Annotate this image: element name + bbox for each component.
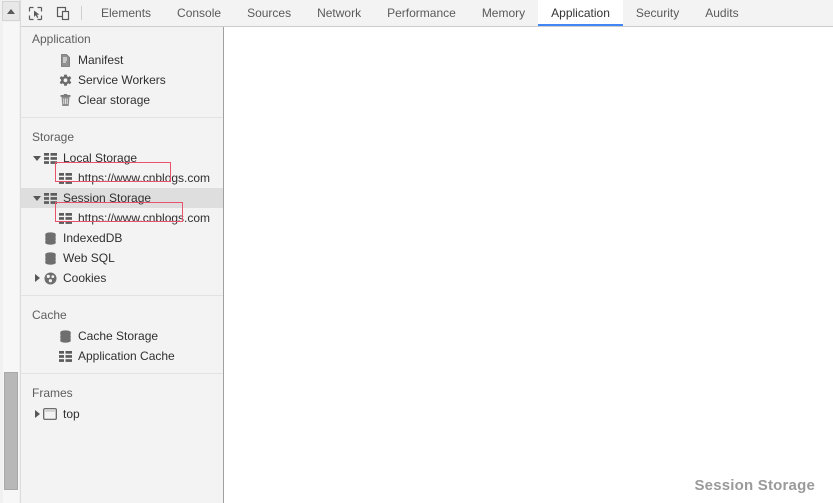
tree-item-clear-storage[interactable]: Clear storage <box>21 90 223 110</box>
inspect-element-glyph <box>28 6 42 20</box>
tab-elements[interactable]: Elements <box>88 0 164 26</box>
tree-item-https-www-cnblogs-com[interactable]: https://www.cnblogs.com <box>21 168 223 188</box>
database-icon <box>43 231 57 245</box>
sidebar-section-cache: Cache Cache Storage Application Cache <box>21 295 223 366</box>
tab-memory[interactable]: Memory <box>469 0 538 26</box>
toolbar-divider <box>81 6 82 20</box>
tree-item-label: Application Cache <box>78 349 175 363</box>
scroll-up-button[interactable] <box>2 1 20 21</box>
tree-item-label: IndexedDB <box>63 231 123 245</box>
tree-item-label: top <box>63 407 80 421</box>
database-icon <box>58 329 72 343</box>
table-icon <box>58 171 72 185</box>
database-icon <box>43 251 57 265</box>
table-icon <box>43 151 57 165</box>
section-title-cache: Cache <box>32 308 67 322</box>
table-icon <box>58 349 72 363</box>
trash-icon <box>58 93 72 107</box>
cookie-icon <box>43 271 57 285</box>
tab-performance[interactable]: Performance <box>374 0 469 26</box>
chevron-down-icon[interactable] <box>32 153 42 163</box>
tree-item-web-sql[interactable]: Web SQL <box>21 248 223 268</box>
tree-item-cache-storage[interactable]: Cache Storage <box>21 326 223 346</box>
tree-item-service-workers[interactable]: Service Workers <box>21 70 223 90</box>
application-sidebar: Application Manifest Service Workers Clear … <box>21 27 224 503</box>
tree-item-application-cache[interactable]: Application Cache <box>21 346 223 366</box>
tree-item-label: https://www.cnblogs.com <box>78 211 211 225</box>
tab-audits[interactable]: Audits <box>692 0 751 26</box>
manifest-icon <box>58 53 72 67</box>
sidebar-section-storage: Storage Local Storage https://www.cnblogs.… <box>21 117 223 288</box>
application-panel: Application Manifest Service Workers Clear … <box>21 27 833 503</box>
tree-item-label: Cookies <box>63 271 107 285</box>
tree-item-local-storage[interactable]: Local Storage <box>21 148 223 168</box>
tree-item-label: https://www.cnblogs.com <box>78 171 211 185</box>
frame-icon <box>43 407 57 421</box>
tab-sources[interactable]: Sources <box>234 0 304 26</box>
page-scrollbar[interactable] <box>0 0 21 503</box>
watermark-label: Session Storage <box>694 477 815 494</box>
table-icon <box>58 211 72 225</box>
sidebar-section-frames: Frames top <box>21 373 223 424</box>
tree-item-manifest[interactable]: Manifest <box>21 50 223 70</box>
table-icon <box>43 191 57 205</box>
tree-item-label: Cache Storage <box>78 329 159 343</box>
tree-item-top[interactable]: top <box>21 404 223 424</box>
tree-item-label: Session Storage <box>63 191 152 205</box>
tree-item-label: Web SQL <box>63 251 115 265</box>
tab-network[interactable]: Network <box>304 0 374 26</box>
device-toolbar-icon[interactable] <box>49 0 77 26</box>
chevron-right-icon[interactable] <box>32 409 42 419</box>
tree-item-https-www-cnblogs-com[interactable]: https://www.cnblogs.com <box>21 208 223 228</box>
tree-item-cookies[interactable]: Cookies <box>21 268 223 288</box>
tree-item-label: Manifest <box>78 53 124 67</box>
tree-item-session-storage[interactable]: Session Storage <box>21 188 223 208</box>
device-toolbar-glyph <box>56 6 69 20</box>
tree-item-label: Clear storage <box>78 93 151 107</box>
inspect-element-icon[interactable] <box>21 0 49 26</box>
gear-icon <box>58 73 72 87</box>
tab-console[interactable]: Console <box>164 0 234 26</box>
tab-security[interactable]: Security <box>623 0 692 26</box>
section-title-storage: Storage <box>32 130 75 144</box>
chevron-up-icon <box>7 8 15 14</box>
sidebar-section-application: Application Manifest Service Workers Clear … <box>21 27 223 110</box>
sidebar-tree: Application Manifest Service Workers Clear … <box>21 27 223 424</box>
tree-item-indexeddb[interactable]: IndexedDB <box>21 228 223 248</box>
section-title-frames: Frames <box>32 386 73 400</box>
tree-item-label: Service Workers <box>78 73 166 87</box>
devtools-toolbar: Elements Console Sources Network Perform… <box>21 0 833 27</box>
chevron-down-icon[interactable] <box>32 193 42 203</box>
chevron-right-icon[interactable] <box>32 273 42 283</box>
scrollbar-thumb[interactable] <box>4 372 18 490</box>
section-title-application: Application <box>32 32 91 46</box>
tab-application[interactable]: Application <box>538 0 623 26</box>
tree-item-label: Local Storage <box>63 151 138 165</box>
